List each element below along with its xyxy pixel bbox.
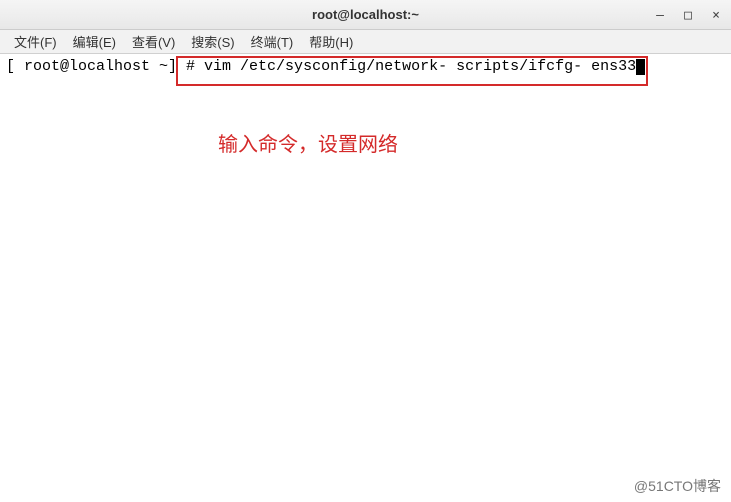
command-text: vim /etc/sysconfig/network- scripts/ifcf… xyxy=(204,58,636,75)
window-controls: — □ × xyxy=(653,0,723,30)
shell-prompt: [ root@localhost ~] # xyxy=(6,58,204,75)
terminal-window: root@localhost:~ — □ × 文件(F) 编辑(E) 查看(V)… xyxy=(0,0,731,474)
terminal-body[interactable]: [ root@localhost ~] # vim /etc/sysconfig… xyxy=(0,54,731,474)
watermark-text: @51CTO博客 xyxy=(634,476,721,496)
menu-terminal[interactable]: 终端(T) xyxy=(243,30,302,53)
cursor-icon xyxy=(636,59,645,75)
menu-search[interactable]: 搜索(S) xyxy=(183,30,242,53)
menu-view[interactable]: 查看(V) xyxy=(124,30,183,53)
close-button[interactable]: × xyxy=(709,8,723,22)
menu-help[interactable]: 帮助(H) xyxy=(301,30,361,53)
window-title: root@localhost:~ xyxy=(312,7,419,22)
annotation-text: 输入命令，设置网络 xyxy=(218,128,398,157)
menu-edit[interactable]: 编辑(E) xyxy=(65,30,124,53)
titlebar: root@localhost:~ — □ × xyxy=(0,0,731,30)
maximize-button[interactable]: □ xyxy=(681,8,695,22)
menu-file[interactable]: 文件(F) xyxy=(6,30,65,53)
minimize-button[interactable]: — xyxy=(653,8,667,22)
menubar: 文件(F) 编辑(E) 查看(V) 搜索(S) 终端(T) 帮助(H) xyxy=(0,30,731,54)
